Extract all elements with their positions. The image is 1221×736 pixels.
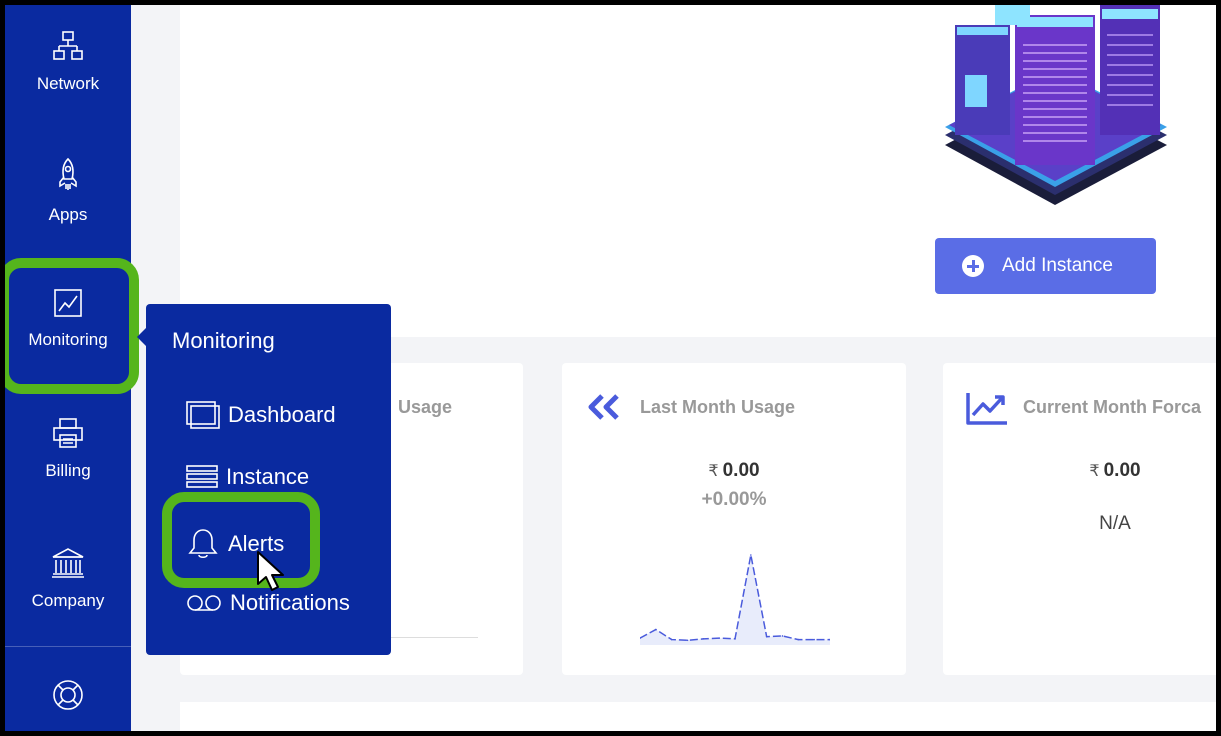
double-chevron-left-icon [588,394,619,420]
amount: ₹0.00 [562,460,906,482]
monitoring-highlight [5,258,139,394]
sparkline-point [686,639,689,642]
menu-item-label: Instance [226,464,310,489]
sparkline-point [750,554,752,556]
card-title: Last Month Usage [640,397,796,417]
sidebar-item-network[interactable]: Network [5,30,131,94]
currency-symbol: ₹ [1089,463,1100,480]
menu-title: Monitoring [172,328,275,353]
plus-circle-icon [962,255,984,277]
card-title: Current Month Forca [1023,397,1201,417]
sidebar-item-company[interactable]: Company [5,547,131,611]
sparkline-point [813,638,815,641]
sparkline-point [670,638,673,641]
menu-item-dashboard[interactable]: Dashboard [186,401,336,429]
sparkline-area [640,555,830,645]
amount-value: 0.00 [722,460,760,481]
alerts-highlight [162,492,320,588]
monitoring-menu: Monitoring Dashboard Instance Alerts Not… [146,304,391,655]
sparkline-point [781,635,784,637]
sidebar-item-support[interactable] [5,679,131,711]
sparkline-point [797,638,800,641]
dashboard-icon [186,401,220,429]
sidebar-item-label: Apps [48,205,88,224]
rocket-icon [59,157,77,190]
printer-icon [53,418,83,448]
card-title: Usage [398,397,453,417]
sparkline-point [702,638,705,640]
sidebar-item-apps[interactable]: Apps [5,157,131,225]
voicemail-icon [187,595,221,611]
sidebar-divider [5,646,131,647]
last-month-usage-card: Last Month Usage ₹0.00 +0.00% [562,363,906,675]
mouse-cursor-icon [257,551,284,591]
instance-list-icon [186,465,218,488]
forecast-status: N/A [1099,513,1131,534]
menu-item-label: Dashboard [228,402,336,427]
sparkline-line [640,554,830,642]
chart-baseline [380,637,478,638]
usage-sparkline [640,554,830,645]
sidebar-item-label: Company [31,591,105,610]
sidebar-item-billing[interactable]: Billing [5,417,131,481]
sparkline-point [655,628,657,631]
menu-item-label: Notifications [230,590,350,615]
amount: ₹0.00 [943,460,1216,482]
sparkline-point [765,635,768,638]
sidebar-item-label: Billing [45,461,91,480]
current-month-forecast-card: Current Month Forca ₹0.00 N/A [943,363,1216,675]
lifebuoy-icon [53,680,83,710]
sparkline-point [734,638,736,640]
change-percent: +0.00% [701,489,767,510]
add-instance-button[interactable]: Add Instance [935,238,1156,294]
app-window: Network Apps Monitoring Billing Company [5,5,1216,731]
amount-value: 0.00 [1103,460,1141,481]
currency-symbol: ₹ [708,463,719,480]
bank-icon [52,548,84,578]
bottom-panel [180,702,1216,731]
add-instance-label: Add Instance [1002,255,1113,276]
trending-up-icon [966,393,1007,425]
network-icon [53,31,83,60]
server-illustration [945,5,1167,205]
sparkline-point [718,637,720,639]
menu-item-notifications[interactable]: Notifications [186,590,350,616]
menu-item-instance[interactable]: Instance [186,464,309,490]
sidebar-item-label: Network [36,74,100,93]
